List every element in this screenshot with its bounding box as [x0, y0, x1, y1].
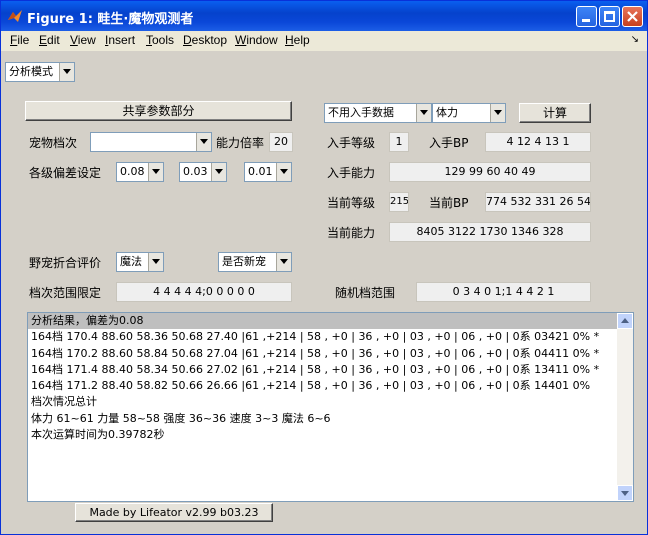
wild-eval-label: 野宠折合评价: [29, 256, 102, 270]
scroll-up-button[interactable]: [617, 313, 633, 329]
input-mode-value: 不用入手数据: [328, 106, 394, 119]
minimize-button[interactable]: [576, 6, 597, 27]
mode-select[interactable]: 分析模式: [5, 62, 75, 82]
deviation-select-1[interactable]: 0.08: [116, 162, 164, 182]
pet-grade-select[interactable]: [90, 132, 212, 152]
deviation-select-3[interactable]: 0.01: [244, 162, 292, 182]
dock-arrow-icon[interactable]: ↘: [631, 34, 639, 45]
menu-help[interactable]: Help: [285, 33, 310, 47]
close-icon: [627, 11, 638, 22]
new-pet-select[interactable]: 是否新宠: [218, 252, 292, 272]
chevron-down-icon: [59, 63, 74, 81]
close-button[interactable]: [622, 6, 643, 27]
list-item[interactable]: 164档 170.4 88.60 58.36 50.68 27.40 |61 ,…: [28, 329, 618, 345]
maximize-button[interactable]: [599, 6, 620, 27]
deviation-value-3: 0.01: [248, 165, 273, 178]
pet-grade-label: 宠物档次: [29, 136, 78, 150]
current-bp-label: 当前BP: [429, 196, 469, 210]
chevron-down-icon: [416, 104, 431, 122]
window-title: Figure 1: 畦生·魔物观测者: [27, 12, 194, 27]
scroll-down-button[interactable]: [617, 485, 633, 501]
chevron-down-icon: [276, 163, 291, 181]
shared-params-button[interactable]: 共享参数部分: [25, 101, 292, 121]
current-level-label: 当前等级: [327, 196, 376, 210]
chevron-down-icon: [211, 163, 226, 181]
chevron-down-icon: [196, 133, 211, 151]
obtain-bp-label: 入手BP: [429, 136, 469, 150]
input-mode-select[interactable]: 不用入手数据: [324, 103, 432, 123]
current-ability-field[interactable]: 8405 3122 1730 1346 328: [389, 222, 591, 242]
list-item[interactable]: 164档 171.2 88.40 58.82 50.66 26.66 |61 ,…: [28, 378, 618, 394]
obtain-bp-field[interactable]: 4 12 4 13 1: [485, 132, 591, 152]
menu-view[interactable]: View: [70, 33, 96, 47]
deviation-label: 各级偏差设定: [29, 166, 102, 180]
mode-select-value: 分析模式: [9, 65, 53, 78]
calculate-button[interactable]: 计算: [519, 103, 591, 123]
about-button[interactable]: Made by Lifeator v2.99 b03.23: [75, 503, 273, 522]
stat-value: 体力: [436, 106, 458, 119]
menu-window[interactable]: Window: [235, 33, 278, 47]
list-item[interactable]: 体力 61~61 力量 58~58 强度 36~36 速度 3~3 魔法 6~6: [28, 411, 618, 427]
random-range-label: 随机档范围: [335, 286, 396, 300]
list-item[interactable]: 档次情况总计: [28, 394, 618, 410]
current-level-field[interactable]: 215: [389, 192, 409, 212]
obtain-level-label: 入手等级: [327, 136, 376, 150]
menu-edit[interactable]: Edit: [39, 33, 60, 47]
results-listbox[interactable]: 分析结果，偏差为0.08 164档 170.4 88.60 58.36 50.6…: [27, 312, 634, 502]
ability-ratio-field[interactable]: 20: [269, 132, 293, 152]
title-bar[interactable]: Figure 1: 畦生·魔物观测者: [1, 1, 647, 31]
grade-range-field[interactable]: 4 4 4 4 4;0 0 0 0 0: [116, 282, 292, 302]
ability-ratio-label: 能力倍率: [216, 136, 265, 150]
grade-range-label: 档次范围限定: [29, 286, 102, 300]
current-bp-field[interactable]: 774 532 331 26 54: [485, 192, 591, 212]
menu-desktop[interactable]: Desktop: [183, 33, 227, 47]
random-range-field[interactable]: 0 3 4 0 1;1 4 4 2 1: [416, 282, 591, 302]
obtain-ability-label: 入手能力: [327, 166, 376, 180]
minimize-icon: [582, 19, 590, 22]
chevron-down-icon: [276, 253, 291, 271]
wild-eval-select[interactable]: 魔法: [116, 252, 164, 272]
chevron-down-icon: [490, 104, 505, 122]
list-item[interactable]: 164档 171.4 88.40 58.34 50.66 27.02 |61 ,…: [28, 362, 618, 378]
deviation-value-2: 0.03: [183, 165, 208, 178]
list-item[interactable]: 164档 170.2 88.60 58.84 50.68 27.04 |61 ,…: [28, 346, 618, 362]
stat-select[interactable]: 体力: [432, 103, 506, 123]
menu-tools[interactable]: Tools: [146, 33, 174, 47]
maximize-icon: [604, 11, 615, 22]
menu-file[interactable]: File: [10, 33, 29, 47]
menu-insert[interactable]: Insert: [105, 33, 135, 47]
list-item[interactable]: 本次运算时间为0.39782秒: [28, 427, 618, 443]
chevron-down-icon: [148, 163, 163, 181]
matlab-icon: [8, 10, 22, 22]
obtain-ability-field[interactable]: 129 99 60 40 49: [389, 162, 591, 182]
current-ability-label: 当前能力: [327, 226, 376, 240]
vertical-scrollbar[interactable]: [617, 313, 633, 501]
results-lines: 分析结果，偏差为0.08 164档 170.4 88.60 58.36 50.6…: [28, 313, 618, 443]
deviation-value-1: 0.08: [120, 165, 145, 178]
figure-window: Figure 1: 畦生·魔物观测者 File Edit View Insert…: [0, 0, 648, 535]
figure-client-area: 分析模式 共享参数部分 宠物档次 能力倍率 20 各级偏差设定 0.08 0.0…: [4, 52, 644, 532]
wild-eval-value: 魔法: [120, 255, 142, 268]
chevron-down-icon: [148, 253, 163, 271]
deviation-select-2[interactable]: 0.03: [179, 162, 227, 182]
list-item[interactable]: 分析结果，偏差为0.08: [28, 313, 618, 330]
menu-bar: File Edit View Insert Tools Desktop Wind…: [1, 31, 647, 51]
new-pet-value: 是否新宠: [222, 255, 266, 268]
obtain-level-field[interactable]: 1: [389, 132, 409, 152]
